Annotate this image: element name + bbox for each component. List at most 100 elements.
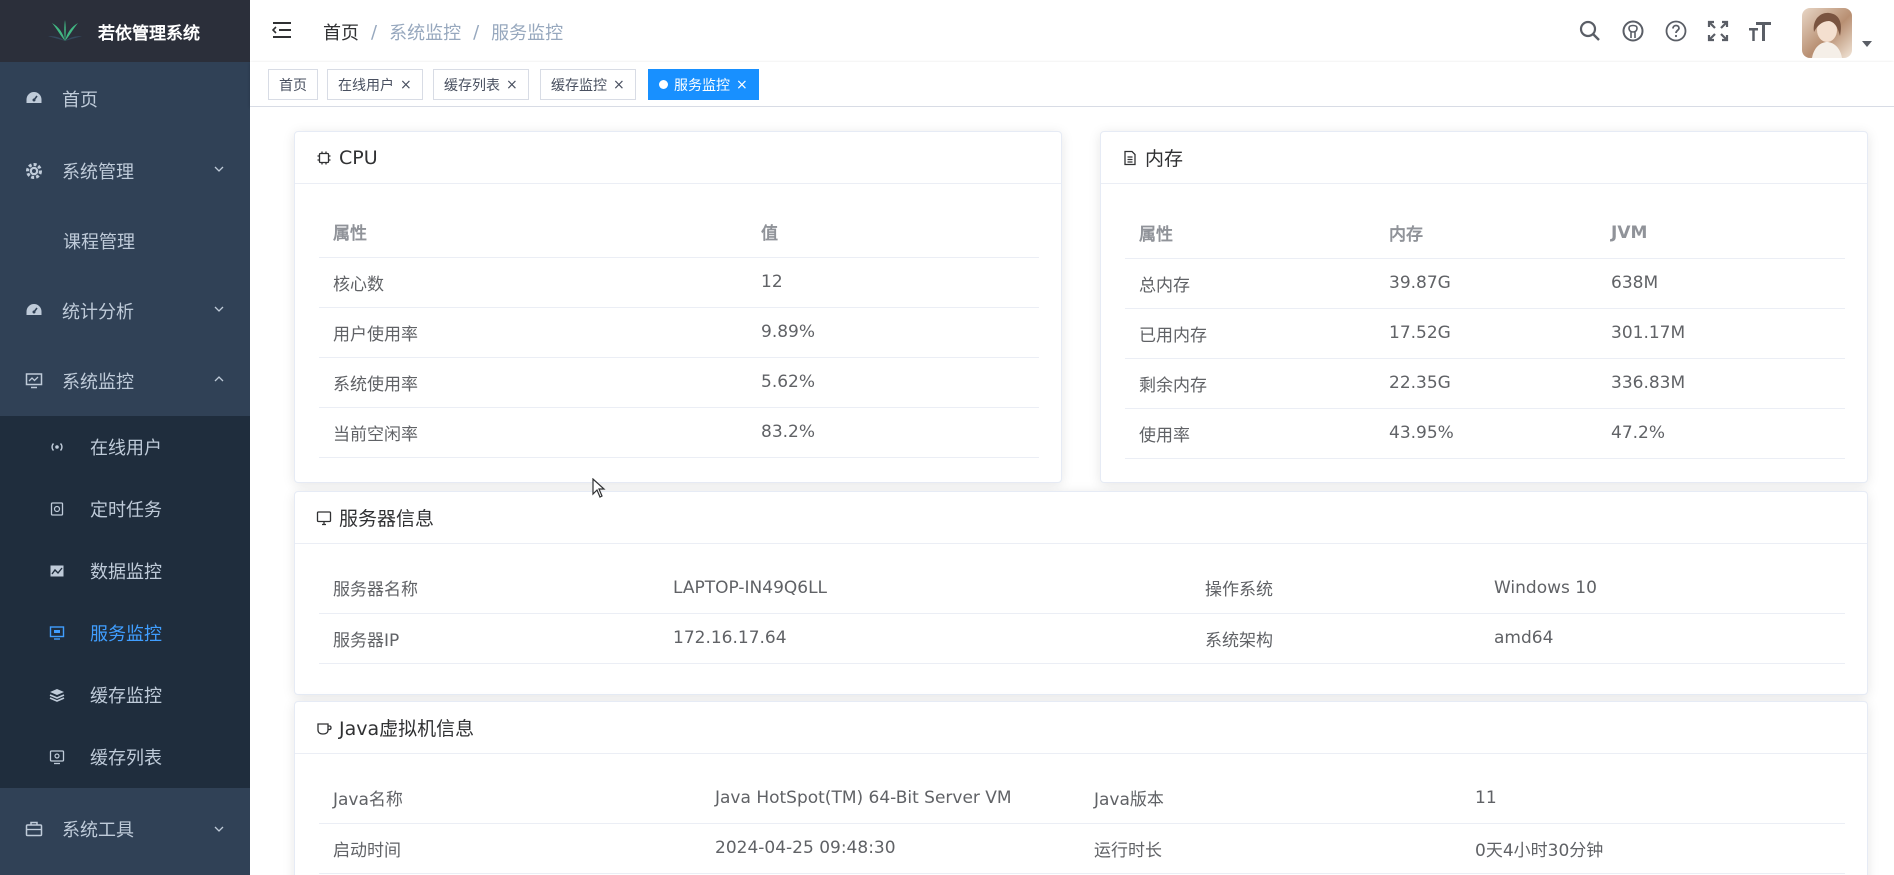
tag-label: 缓存列表	[444, 77, 500, 94]
table-cell: 核心数	[319, 257, 747, 308]
table-row: Java名称 Java HotSpot(TM) 64-Bit Server VM J…	[319, 773, 1845, 824]
table-cell: 11	[1461, 773, 1845, 824]
chevron-down-icon	[214, 166, 224, 172]
table-cell: 43.95%	[1375, 408, 1597, 459]
table-cell: 系统使用率	[319, 357, 747, 408]
menu-system-management[interactable]: 系统管理	[0, 136, 250, 206]
avatar[interactable]	[1802, 8, 1852, 58]
memory-card: 内存 属性 内存 JVM 总内存 39.87G 638M 已用内存 17.52G 301.1…	[1100, 131, 1868, 483]
sidebar-item-scheduled-tasks[interactable]: 定时任务	[0, 478, 250, 540]
gear-icon	[24, 161, 44, 181]
table-cell: 用户使用率	[319, 307, 747, 358]
tag-server-monitor[interactable]: 服务监控 ×	[648, 69, 759, 100]
table-row: 剩余内存 22.35G 336.83M	[1125, 358, 1845, 409]
server-info-header: 服务器信息	[295, 492, 1867, 544]
table-header-cell: JVM	[1597, 208, 1845, 259]
table-header-cell: 属性	[319, 207, 747, 258]
tag-cache-list[interactable]: 缓存列表 ×	[433, 69, 529, 100]
tag-home[interactable]: 首页	[268, 69, 318, 100]
table-cell: 5.62%	[747, 357, 1039, 408]
sidebar-item-cache-monitor[interactable]: 缓存监控	[0, 664, 250, 726]
tag-cache-monitor[interactable]: 缓存监控 ×	[540, 69, 636, 100]
tag-online-users[interactable]: 在线用户 ×	[327, 69, 423, 100]
breadcrumb-system-monitor: 系统监控	[389, 23, 462, 44]
close-icon[interactable]: ×	[736, 77, 748, 93]
sidebar-item-label: 定时任务	[90, 500, 162, 521]
question-icon[interactable]	[1664, 19, 1688, 43]
memory-icon	[1121, 149, 1139, 167]
close-icon[interactable]: ×	[400, 77, 412, 93]
sidebar-item-server-monitor[interactable]: 服务监控	[0, 602, 250, 664]
menu-system-monitor[interactable]: 系统监控	[0, 346, 250, 416]
memory-title: 内存	[1145, 148, 1184, 170]
sidebar-item-label: 在线用户	[90, 438, 162, 459]
sidebar-item-label: 缓存监控	[90, 686, 162, 707]
sidebar-item-cache-list[interactable]: 缓存列表	[0, 726, 250, 788]
table-cell: Java HotSpot(TM) 64-Bit Server VM	[701, 773, 1080, 824]
server-info-table: 服务器名称 LAPTOP-IN49Q6LL 操作系统 Windows 10 服务器IP…	[319, 563, 1845, 664]
caret-down-icon[interactable]	[1862, 40, 1872, 48]
table-cell: 运行时长	[1080, 823, 1461, 874]
table-cell: 操作系统	[1191, 563, 1480, 614]
logo-icon	[48, 20, 82, 41]
sidebar-item-label: 数据监控	[90, 562, 162, 583]
table-cell: 336.83M	[1597, 358, 1845, 409]
table-cell: 22.35G	[1375, 358, 1597, 409]
table-cell: Java名称	[319, 773, 701, 824]
app-title: 若依管理系统	[98, 23, 200, 44]
jvm-info-title: Java虚拟机信息	[339, 718, 475, 740]
jvm-info-header: Java虚拟机信息	[295, 702, 1867, 754]
cpu-title: CPU	[339, 146, 378, 169]
dashboard-icon	[24, 301, 44, 321]
sidebar-item-label: 缓存列表	[90, 748, 162, 769]
chevron-up-icon	[214, 376, 224, 382]
breadcrumb: 首页 / 系统监控 / 服务监控	[323, 19, 563, 45]
breadcrumb-home[interactable]: 首页	[323, 19, 359, 45]
jvm-info-table: Java名称 Java HotSpot(TM) 64-Bit Server VM J…	[319, 773, 1845, 874]
tag-label: 首页	[279, 77, 307, 94]
redis-list-icon	[48, 748, 66, 766]
menu-home[interactable]: 首页	[0, 62, 250, 136]
chevron-down-icon	[214, 306, 224, 312]
menu-system-tools[interactable]: 系统工具	[0, 788, 250, 870]
table-cell: 301.17M	[1597, 308, 1845, 359]
table-row: 使用率 43.95% 47.2%	[1125, 408, 1845, 459]
jvm-info-card: Java虚拟机信息 Java名称 Java HotSpot(TM) 64-Bit …	[294, 701, 1868, 875]
menu-statistics[interactable]: 统计分析	[0, 276, 250, 346]
server-info-title: 服务器信息	[339, 508, 435, 530]
table-cell: 剩余内存	[1125, 358, 1375, 409]
monitor-icon	[315, 509, 333, 527]
close-icon[interactable]: ×	[613, 77, 625, 93]
menu-statistics-label: 统计分析	[62, 302, 134, 323]
main-content: CPU 属性值 核心数 12 用户使用率 9.89% 系统使用率 5.62% 当前空闲…	[250, 107, 1894, 875]
monitor-submenu: 在线用户 定时任务 数据监控 服务监控 缓存监控 缓存列表	[0, 416, 250, 788]
github-icon[interactable]	[1621, 19, 1645, 43]
table-cell: 83.2%	[747, 407, 1039, 458]
table-header-row: 属性值	[319, 207, 1039, 258]
tag-label: 在线用户	[338, 77, 394, 94]
dashboard-icon	[24, 89, 44, 109]
table-row: 系统使用率 5.62%	[319, 357, 1039, 408]
font-size-icon[interactable]	[1748, 19, 1772, 43]
close-icon[interactable]: ×	[506, 77, 518, 93]
tags-view: 首页 在线用户 × 缓存列表 × 缓存监控 × 服务监控 ×	[250, 62, 1894, 107]
table-cell: 9.89%	[747, 307, 1039, 358]
search-icon[interactable]	[1578, 19, 1602, 43]
sidebar-item-data-monitor[interactable]: 数据监控	[0, 540, 250, 602]
logo[interactable]: 若依管理系统	[0, 0, 250, 62]
cpu-card: CPU 属性值 核心数 12 用户使用率 9.89% 系统使用率 5.62% 当前空闲…	[294, 131, 1062, 483]
cpu-table: 属性值 核心数 12 用户使用率 9.89% 系统使用率 5.62% 当前空闲率 83.…	[319, 207, 1039, 458]
sidebar-item-online-users[interactable]: 在线用户	[0, 416, 250, 478]
server-info-card: 服务器信息 服务器名称 LAPTOP-IN49Q6LL 操作系统 Windows 10…	[294, 491, 1868, 695]
table-row: 用户使用率 9.89%	[319, 307, 1039, 358]
menu-course-management[interactable]: 课程管理	[0, 206, 250, 276]
table-cell: Windows 10	[1480, 563, 1845, 614]
server-icon	[48, 624, 66, 642]
menu-home-label: 首页	[62, 90, 98, 111]
table-row: 启动时间 2024-04-25 09:48:30 运行时长 0天4小时30分钟	[319, 823, 1845, 874]
coffee-cup-icon	[315, 719, 333, 737]
hamburger-icon[interactable]	[272, 20, 292, 40]
fullscreen-icon[interactable]	[1706, 19, 1730, 43]
table-cell: 总内存	[1125, 258, 1375, 309]
tool-icon	[24, 819, 44, 839]
